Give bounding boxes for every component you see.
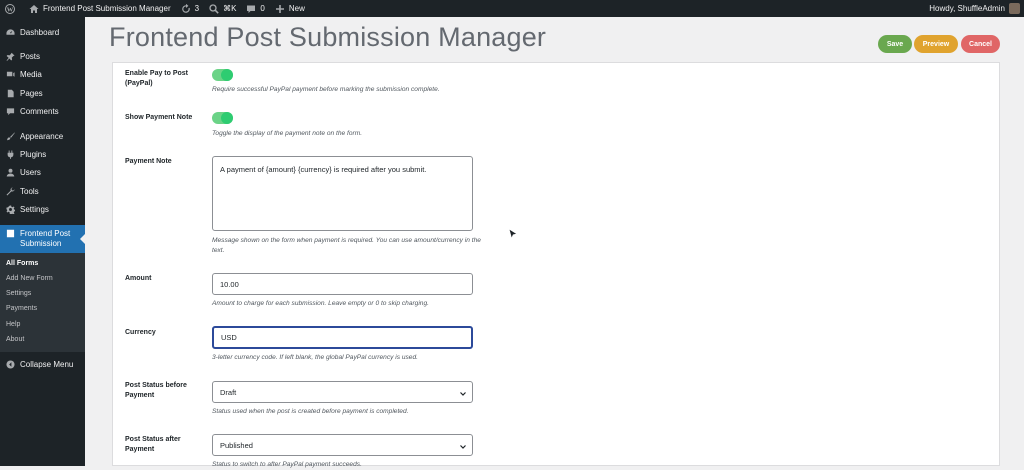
menu-label: Frontend Post Submission bbox=[20, 228, 71, 248]
brush-icon bbox=[5, 131, 15, 141]
comment-icon bbox=[5, 107, 15, 117]
home-icon bbox=[29, 4, 39, 13]
comments-link[interactable]: 0 bbox=[241, 0, 269, 17]
enable-pay-description: Require successful PayPal payment before… bbox=[212, 86, 440, 93]
payment-note-description: Message shown on the form when payment i… bbox=[212, 237, 481, 254]
menu-item-comments[interactable]: Comments bbox=[0, 103, 85, 121]
menu-label: Users bbox=[20, 168, 41, 178]
pin-icon bbox=[5, 52, 15, 62]
svg-text:W: W bbox=[7, 6, 14, 13]
status-before-select[interactable]: Draft bbox=[212, 381, 473, 403]
menu-label: Pages bbox=[20, 88, 43, 98]
settings-icon bbox=[5, 205, 15, 215]
submenu-all-forms[interactable]: All Forms bbox=[0, 256, 85, 271]
menu-label: Settings bbox=[20, 205, 49, 215]
admin-sidebar: Dashboard Posts Media Pages Comments App… bbox=[0, 17, 85, 466]
search-icon bbox=[209, 3, 219, 14]
menu-item-media[interactable]: Media bbox=[0, 66, 85, 84]
status-after-description: Status to switch to after PayPal payment… bbox=[212, 461, 362, 468]
refresh-icon bbox=[181, 3, 190, 13]
amount-input[interactable]: 10.00 bbox=[212, 273, 473, 295]
show-note-label: Show Payment Note bbox=[125, 114, 193, 121]
enable-pay-toggle[interactable] bbox=[212, 69, 233, 81]
comments-count: 0 bbox=[260, 4, 265, 13]
command-shortcut: ⌘K bbox=[223, 4, 237, 13]
howdy-text: Howdy, ShuffleAdmin bbox=[929, 4, 1005, 13]
preview-button[interactable]: Preview bbox=[914, 35, 958, 53]
menu-item-plugins[interactable]: Plugins bbox=[0, 145, 85, 163]
menu-label: Appearance bbox=[20, 131, 64, 141]
status-before-description: Status used when the post is created bef… bbox=[212, 408, 409, 415]
menu-item-posts[interactable]: Posts bbox=[0, 47, 85, 65]
amount-description: Amount to charge for each submission. Le… bbox=[212, 300, 429, 307]
toggle-knob bbox=[221, 112, 233, 124]
menu-item-users[interactable]: Users bbox=[0, 164, 85, 182]
updates-link[interactable]: 3 bbox=[176, 0, 204, 17]
menu-label: Collapse Menu bbox=[20, 359, 74, 369]
menu-label: Media bbox=[20, 70, 42, 80]
currency-input[interactable]: USD bbox=[212, 326, 473, 349]
media-icon bbox=[5, 70, 15, 80]
wordpress-logo-icon[interactable]: W bbox=[0, 0, 24, 17]
menu-item-frontend-post-submission[interactable]: Frontend Post Submission bbox=[0, 224, 85, 253]
currency-description: 3-letter currency code. If left blank, t… bbox=[212, 354, 418, 361]
submenu: All Forms Add New Form Settings Payments… bbox=[0, 252, 85, 353]
cancel-button[interactable]: Cancel bbox=[961, 35, 1000, 53]
form-icon bbox=[5, 229, 15, 239]
toggle-knob bbox=[221, 69, 233, 81]
command-palette-link[interactable]: ⌘K bbox=[204, 0, 241, 17]
menu-label: Dashboard bbox=[20, 27, 60, 37]
plus-icon bbox=[275, 4, 284, 13]
dashboard-icon bbox=[5, 27, 15, 37]
status-after-label: Post Status after Payment bbox=[125, 436, 181, 453]
status-before-label: Post Status before Payment bbox=[125, 382, 187, 399]
new-label: New bbox=[288, 4, 305, 13]
status-after-select[interactable]: Published bbox=[212, 434, 473, 456]
amount-label: Amount bbox=[125, 275, 152, 282]
new-content-link[interactable]: New bbox=[270, 0, 310, 17]
submenu-payments[interactable]: Payments bbox=[0, 301, 85, 316]
payment-note-label: Payment Note bbox=[125, 158, 172, 165]
page-title: Frontend Post Submission Manager bbox=[109, 22, 547, 52]
site-name-link[interactable]: Frontend Post Submission Manager bbox=[24, 0, 176, 17]
selected-value: Published bbox=[220, 440, 253, 450]
mouse-cursor-icon bbox=[508, 228, 518, 240]
avatar bbox=[1009, 3, 1020, 14]
submenu-about[interactable]: About bbox=[0, 332, 85, 347]
menu-label: Posts bbox=[20, 52, 41, 62]
plug-icon bbox=[5, 150, 15, 160]
show-note-description: Toggle the display of the payment note o… bbox=[212, 130, 363, 137]
currency-label: Currency bbox=[125, 329, 156, 336]
pages-icon bbox=[5, 88, 15, 98]
wrench-icon bbox=[5, 186, 15, 196]
menu-item-settings[interactable]: Settings bbox=[0, 201, 85, 219]
submenu-settings[interactable]: Settings bbox=[0, 286, 85, 301]
menu-label: Plugins bbox=[20, 150, 47, 160]
menu-item-appearance[interactable]: Appearance bbox=[0, 127, 85, 145]
submenu-add-new-form[interactable]: Add New Form bbox=[0, 271, 85, 286]
save-button[interactable]: Save bbox=[878, 35, 912, 53]
menu-item-pages[interactable]: Pages bbox=[0, 84, 85, 102]
menu-label: Comments bbox=[20, 107, 59, 117]
collapse-icon bbox=[5, 359, 15, 369]
enable-pay-label: Enable Pay to Post (PayPal) bbox=[125, 70, 189, 87]
user-icon bbox=[5, 168, 15, 178]
selected-value: Draft bbox=[220, 387, 237, 397]
show-note-toggle[interactable] bbox=[212, 112, 233, 124]
admin-bar: W Frontend Post Submission Manager 3 ⌘K … bbox=[0, 0, 1024, 17]
chevron-down-icon bbox=[460, 445, 466, 449]
site-name: Frontend Post Submission Manager bbox=[43, 4, 171, 13]
collapse-menu-button[interactable]: Collapse Menu bbox=[0, 355, 85, 373]
menu-item-dashboard[interactable]: Dashboard bbox=[0, 23, 85, 41]
payment-note-textarea[interactable]: A payment of {amount} {currency} is requ… bbox=[212, 156, 473, 231]
chevron-down-icon bbox=[460, 392, 466, 396]
comment-icon bbox=[247, 5, 256, 13]
settings-panel bbox=[112, 62, 1000, 466]
menu-label: Tools bbox=[20, 186, 39, 196]
updates-count: 3 bbox=[194, 4, 200, 13]
menu-item-tools[interactable]: Tools bbox=[0, 182, 85, 200]
my-account-link[interactable]: Howdy, ShuffleAdmin bbox=[924, 0, 1024, 17]
submenu-help[interactable]: Help bbox=[0, 317, 85, 332]
